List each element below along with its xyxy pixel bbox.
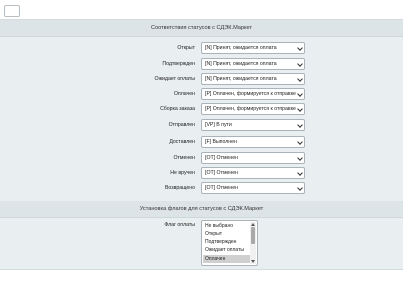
status-select[interactable]: [P] Оплачен, формируется к отправке xyxy=(201,103,305,115)
status-select[interactable]: [OT] Отменен xyxy=(201,182,305,194)
status-row-awaiting-payment: Ожидает оплаты [N] Принят, ожидается опл… xyxy=(0,72,403,86)
status-select-value: [F] Выполнен xyxy=(205,139,237,145)
status-select[interactable]: [N] Принят, ожидается оплата xyxy=(201,58,305,70)
payment-flag-listbox[interactable]: Не выбрано Открыт Подтвержден Ожидает оп… xyxy=(201,220,258,266)
bottom-bar xyxy=(0,269,403,295)
status-row-cancelled: Отменен [OT] Отменен xyxy=(0,151,403,165)
chevron-down-icon xyxy=(297,155,303,161)
status-select[interactable]: [N] Принят, ожидается оплата xyxy=(201,73,305,85)
status-row-delivered: Доставлен [F] Выполнен xyxy=(0,135,403,149)
status-label: Отправлен xyxy=(168,122,195,128)
status-select-value: [N] Принят, ожидается оплата xyxy=(205,76,277,82)
status-select[interactable]: [OT] Отменен xyxy=(201,167,305,179)
status-label: Ожидает оплаты xyxy=(154,76,195,82)
status-row-opened: Открыт [N] Принят, ожидается оплата xyxy=(0,41,403,55)
status-label: Отменен xyxy=(173,155,195,161)
listbox-option[interactable]: Открыт xyxy=(203,230,250,238)
status-select[interactable]: [N] Принят, ожидается оплата xyxy=(201,42,305,54)
chevron-down-icon xyxy=(297,45,303,51)
status-select[interactable]: [F] Выполнен xyxy=(201,136,305,148)
status-row-paid: Оплачен [P] Оплачен, формируется к отпра… xyxy=(0,87,403,101)
status-label: Сборка заказа xyxy=(160,106,195,112)
listbox-scrollbar[interactable] xyxy=(250,222,256,264)
listbox-option[interactable]: Подтвержден xyxy=(203,238,250,246)
flags-header: Установка флагов для статусов с СДЭК.Мар… xyxy=(0,201,403,218)
top-left-field[interactable] xyxy=(4,5,20,17)
payment-flag-label: Флаг оплаты xyxy=(164,222,195,228)
chevron-down-icon xyxy=(297,106,303,112)
status-label: Подтвержден xyxy=(162,61,195,67)
status-select-value: [P] Оплачен, формируется к отправке xyxy=(205,106,296,112)
scroll-thumb[interactable] xyxy=(251,227,255,244)
status-mapping-header: Соответствия статусов с СДЭК.Маркет xyxy=(0,20,403,37)
listbox-option-selected[interactable]: Оплачен xyxy=(203,255,250,263)
status-select[interactable]: [OT] Отменен xyxy=(201,152,305,164)
status-select-value: [OT] Отменен xyxy=(205,170,239,176)
status-row-not-delivered: Не вручен [OT] Отменен xyxy=(0,166,403,180)
status-select-value: [OT] Отменен xyxy=(205,185,239,191)
status-select-value: [P] Оплачен, формируется к отправке xyxy=(205,91,296,97)
status-select-value: [N] Принят, ожидается оплата xyxy=(205,61,277,67)
listbox-option[interactable]: Ожидает оплаты xyxy=(203,246,250,254)
status-row-shipped: Отправлен [VP] В пути xyxy=(0,118,403,132)
scroll-down-arrow-icon[interactable] xyxy=(251,260,255,263)
settings-panel: Соответствия статусов с СДЭК.Маркет Откр… xyxy=(0,19,403,270)
status-select-value: [OT] Отменен xyxy=(205,155,239,161)
status-label: Доставлен xyxy=(169,139,195,145)
chevron-down-icon xyxy=(297,76,303,82)
status-select-value: [N] Принят, ожидается оплата xyxy=(205,45,277,51)
chevron-down-icon xyxy=(297,139,303,145)
status-label: Возвращено xyxy=(164,185,195,191)
chevron-down-icon xyxy=(297,61,303,67)
status-select[interactable]: [VP] В пути xyxy=(201,119,305,131)
top-bar xyxy=(0,0,403,19)
scroll-up-arrow-icon[interactable] xyxy=(251,223,255,226)
status-row-returned: Возвращено [OT] Отменен xyxy=(0,181,403,195)
status-select-value: [VP] В пути xyxy=(205,122,232,128)
status-select[interactable]: [P] Оплачен, формируется к отправке xyxy=(201,88,305,100)
chevron-down-icon xyxy=(297,122,303,128)
chevron-down-icon xyxy=(297,170,303,176)
chevron-down-icon xyxy=(297,185,303,191)
chevron-down-icon xyxy=(297,91,303,97)
status-row-assembly: Сборка заказа [P] Оплачен, формируется к… xyxy=(0,102,403,116)
status-label: Открыт xyxy=(177,45,195,51)
status-label: Оплачен xyxy=(173,91,195,97)
listbox-option[interactable]: Не выбрано xyxy=(203,222,250,230)
status-row-confirmed: Подтвержден [N] Принят, ожидается оплата xyxy=(0,57,403,71)
status-label: Не вручен xyxy=(170,170,195,176)
